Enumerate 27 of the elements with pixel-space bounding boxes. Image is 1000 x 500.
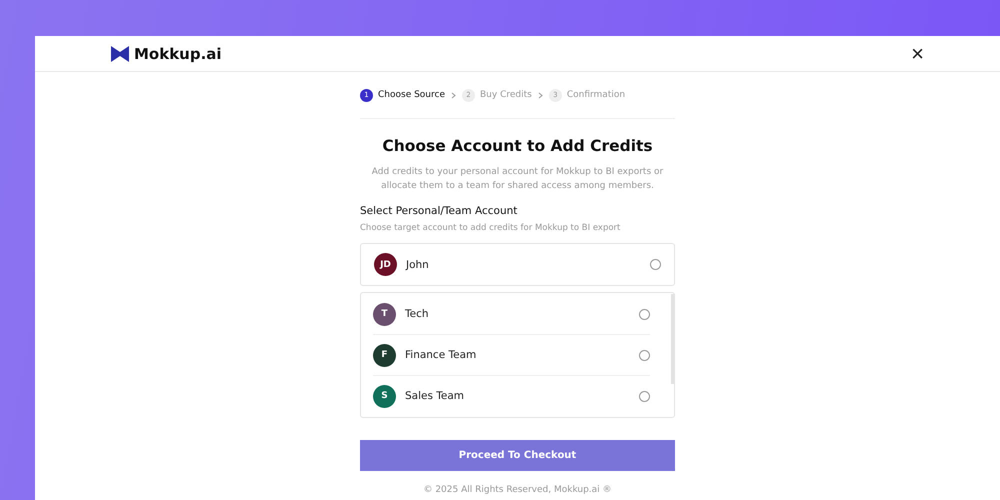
account-name: Sales Team — [405, 390, 466, 402]
logo-icon — [111, 46, 129, 62]
avatar: S — [373, 384, 396, 408]
radio-button[interactable] — [639, 350, 650, 360]
radio-button[interactable] — [639, 308, 650, 320]
account-name: Finance Team — [405, 349, 478, 361]
radio-button[interactable] — [650, 259, 661, 270]
chevron-icon — [451, 92, 456, 98]
avatar: F — [373, 344, 396, 366]
avatar: T — [373, 302, 396, 326]
logo-text: Mokkup.ai — [134, 44, 222, 62]
account-row[interactable]: T Tech — [373, 294, 650, 334]
radio-button[interactable] — [639, 390, 650, 402]
account-row[interactable]: S Sales Team — [373, 375, 650, 416]
account-name: Tech — [405, 308, 430, 320]
close-button[interactable]: × — [911, 42, 924, 64]
section-label: Select Personal/Team Account — [360, 205, 518, 217]
chevron-icon — [538, 92, 543, 98]
dialog-title: Choose Account to Add Credits — [381, 137, 654, 155]
account-row[interactable]: F Finance Team — [373, 334, 650, 375]
section-hint: Choose target account to add credits for Mokkup to BI export — [360, 223, 622, 233]
footer-text: © 2025 All Rights Reserved, Mokkup.ai ® — [422, 485, 613, 495]
account-card[interactable]: JD John — [360, 243, 675, 286]
avatar: JD — [374, 253, 397, 276]
checkout-button[interactable]: Proceed To Checkout — [360, 440, 675, 471]
description: Add credits to your personal account for Mokkup to BI exports or allocate them to a team for shared access among members. — [370, 166, 664, 193]
account-name: John — [406, 258, 430, 270]
